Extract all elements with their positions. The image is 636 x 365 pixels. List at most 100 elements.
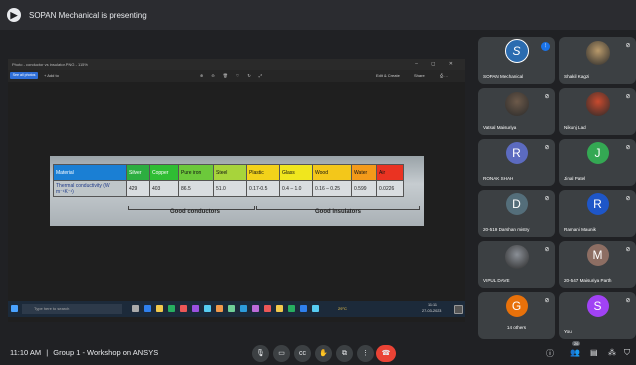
participant-name: 20-519 Darshan mistry: [483, 227, 530, 232]
avatar-initial: S: [593, 299, 602, 313]
avatar-initial: D: [512, 197, 521, 211]
avatar-initial: J: [594, 146, 601, 160]
people-button[interactable]: 👥: [570, 348, 580, 357]
raise-hand-button[interactable]: ✋: [315, 345, 332, 362]
col-glass: Glass: [279, 164, 313, 181]
chat-button[interactable]: ▤: [590, 348, 598, 357]
hangup-icon: ☎: [381, 350, 391, 357]
avatar: M: [586, 244, 609, 266]
participant-name: You: [564, 329, 572, 334]
participant-name: VIPUL DAVE: [483, 278, 510, 283]
presenting-banner: ▶ SOPAN Mechanical is presenting: [0, 0, 636, 30]
present-button[interactable]: ⧉: [336, 345, 353, 362]
host-controls-button[interactable]: ⛉: [624, 348, 630, 358]
windows-start-icon: [11, 305, 18, 312]
avatar-initial: R: [593, 197, 602, 211]
activities-button[interactable]: ⁂: [608, 348, 616, 357]
activities-icon: ⁂: [608, 348, 616, 357]
val-air: 0.0226: [376, 180, 404, 197]
participant-photo: [585, 92, 610, 116]
explorer-icon: [156, 305, 163, 312]
people-icon: 👥: [570, 348, 580, 357]
participant-photo: [585, 41, 610, 65]
participant-tile[interactable]: S ⊘ You: [559, 292, 636, 339]
avatar: G: [505, 295, 528, 317]
mic-muted-icon: ⊘: [544, 196, 550, 202]
info-separator: |: [46, 348, 49, 357]
mic-muted-icon: ⊘: [625, 247, 631, 253]
participant-name: 14 others: [506, 325, 527, 330]
col-steel: Steel: [213, 164, 247, 181]
val-steel: 51.0: [213, 180, 247, 197]
leave-call-button[interactable]: ☎: [376, 345, 396, 362]
participant-tile[interactable]: J ⊘ Jinal Patel: [559, 139, 636, 186]
conductivity-table: Material Silver Copper Pure iron Steel P…: [53, 164, 404, 197]
taskbar-date: 27-03-2023: [422, 309, 442, 313]
photo-window-titlebar: Photo - conductor vs insulator.PNG - 115…: [8, 59, 465, 70]
app-icon: [276, 305, 283, 312]
good-conductors-label: Good conductors: [170, 209, 220, 215]
info-icon: ⓘ: [546, 349, 554, 358]
app-icon: [264, 305, 271, 312]
sopan-logo-icon: S: [504, 39, 529, 63]
avatar: R: [505, 142, 528, 164]
mic-button[interactable]: 🎙: [252, 345, 269, 362]
app-icon: [228, 305, 235, 312]
info-button[interactable]: ⓘ: [546, 348, 554, 359]
window-controls: – ◻ ✕: [415, 61, 459, 67]
participant-name: SOPAN Mechanical: [483, 74, 524, 79]
presentation-icon: ▶: [7, 8, 21, 22]
taskbar-time: 11:11: [428, 303, 437, 307]
val-copper: 403: [149, 180, 179, 197]
presenting-text: SOPAN Mechanical is presenting: [29, 10, 147, 20]
shared-taskbar: Type here to search 29°C 11:11 27-03-202…: [8, 301, 465, 317]
see-all-photos-button: See all photos: [10, 72, 38, 79]
participant-tile[interactable]: S ⦙ SOPAN Mechanical: [478, 37, 555, 84]
participant-name: Ramani Maunik: [564, 227, 596, 232]
more-options-button[interactable]: ⋮: [357, 345, 374, 362]
val-pure-iron: 86.5: [178, 180, 214, 197]
notification-icon: [454, 305, 463, 314]
mic-muted-icon: ⊘: [625, 298, 631, 304]
participant-tile[interactable]: ⊘ Vatsal Maisuriya: [478, 88, 555, 135]
avatar: D: [505, 193, 528, 215]
app-icon: [312, 305, 319, 312]
avatar-initial: R: [512, 146, 521, 160]
app-icon: [180, 305, 187, 312]
app-icon: [252, 305, 259, 312]
participant-name: Shakil Kagzi: [564, 74, 590, 79]
val-glass: 0.4 – 1.0: [279, 180, 313, 197]
hand-icon: ✋: [319, 350, 328, 357]
participant-tile[interactable]: R ⊘ RONAK SHAH: [478, 139, 555, 186]
participant-tile[interactable]: ⊘ VIPUL DAVE: [478, 241, 555, 288]
avatar: R: [586, 193, 609, 215]
app-icon: [204, 305, 211, 312]
camera-button[interactable]: ▭: [273, 345, 290, 362]
participant-tile[interactable]: D ⊘ 20-519 Darshan mistry: [478, 190, 555, 237]
col-silver: Silver: [126, 164, 150, 181]
captions-button[interactable]: cc: [294, 345, 311, 362]
val-wood: 0.16 – 0.25: [312, 180, 352, 197]
participant-tile[interactable]: ⊘ Nikunj Lad: [559, 88, 636, 135]
speaking-indicator-icon: ⦙: [541, 42, 550, 51]
participant-tile[interactable]: ⊘ Shakil Kagzi: [559, 37, 636, 84]
participant-name: Nikunj Lad: [564, 125, 586, 130]
app-icon: [300, 305, 307, 312]
avatar-initial: G: [511, 299, 522, 313]
mic-muted-icon: ⊘: [544, 94, 550, 100]
chrome-icon: [168, 305, 175, 312]
participant-tile[interactable]: M ⊘ 20-547 Maisuriya Parth: [559, 241, 636, 288]
chat-icon: ▤: [590, 348, 598, 357]
mic-muted-icon: ⊘: [625, 43, 631, 49]
mic-muted-icon: ⊘: [625, 94, 631, 100]
weather-text: 29°C: [338, 306, 347, 311]
participant-tile[interactable]: G ⊘ 14 others: [478, 292, 555, 339]
mic-muted-icon: ⊘: [544, 247, 550, 253]
app-icon: [288, 305, 295, 312]
current-time: 11:10 AM: [10, 348, 42, 357]
photo-toolbar: See all photos + Add to ⊕⊖🗑♡↻⤢ Edit & Cr…: [8, 70, 465, 82]
col-pure-iron: Pure iron: [178, 164, 214, 181]
participant-tile[interactable]: R ⊘ Ramani Maunik: [559, 190, 636, 237]
photo-window-title: Photo - conductor vs insulator.PNG - 115…: [12, 62, 88, 67]
app-icon: [216, 305, 223, 312]
